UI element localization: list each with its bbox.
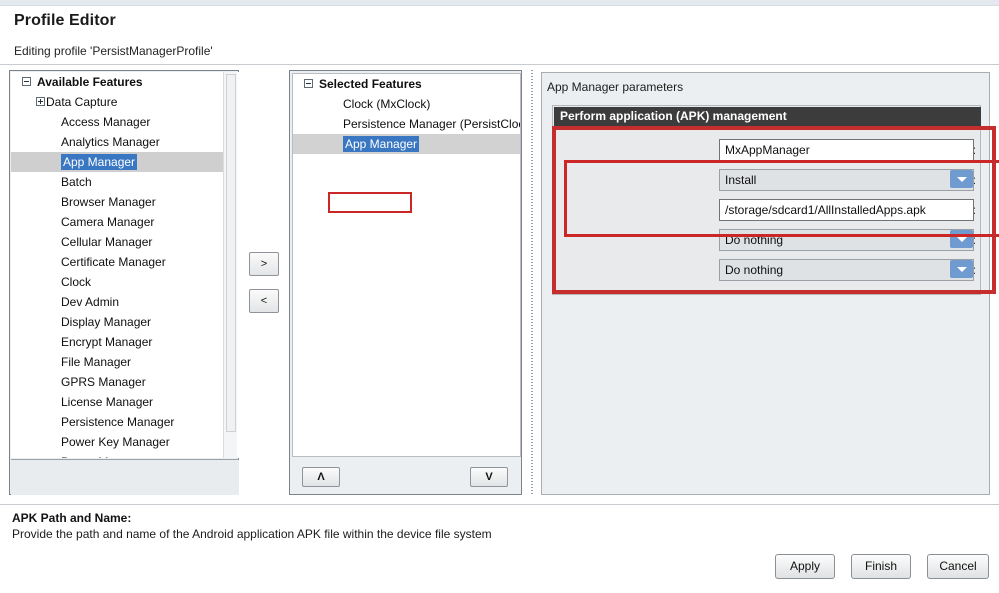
available-feature-label: File Manager	[61, 355, 131, 369]
cancel-button[interactable]: Cancel	[927, 554, 989, 579]
available-feature-label: App Manager	[61, 154, 137, 170]
parameter-input[interactable]: /storage/sdcard1/AllInstalledApps.apk	[719, 199, 974, 221]
chevron-down-icon[interactable]	[950, 230, 973, 248]
page-subtitle: Editing profile 'PersistManagerProfile'	[14, 44, 213, 58]
parameter-control: Do nothing	[719, 229, 974, 251]
parameter-row: APK Path and Name:/storage/sdcard1/AllIn…	[553, 199, 982, 221]
expand-icon[interactable]	[36, 97, 45, 106]
parameter-select[interactable]: Do nothing	[719, 229, 974, 251]
selected-feature-label: Clock (MxClock)	[343, 97, 430, 111]
available-feature-label: Batch	[61, 175, 92, 189]
profile-editor-window: Profile Editor Editing profile 'PersistM…	[0, 0, 999, 593]
apk-management-groupbox: Perform application (APK) management Nam…	[552, 105, 981, 295]
available-feature-label: Camera Manager	[61, 215, 154, 229]
parameter-control: Do nothing	[719, 259, 974, 281]
selected-features-panel: Selected Features Clock (MxClock) Persiste…	[289, 70, 522, 495]
parameter-row: Action:Install	[553, 169, 982, 191]
parameter-select[interactable]: Install	[719, 169, 974, 191]
remove-feature-button[interactable]: <	[249, 289, 279, 313]
available-feature-item[interactable]: GPRS Manager	[11, 372, 225, 392]
help-title: APK Path and Name:	[12, 511, 131, 525]
selected-features-root[interactable]: Selected Features	[293, 74, 520, 94]
available-feature-label: Dev Admin	[61, 295, 119, 309]
available-features-footer	[11, 459, 239, 495]
add-feature-button[interactable]: >	[249, 252, 279, 276]
available-features-scrollbar[interactable]	[223, 72, 237, 458]
parameter-control: MxAppManager	[719, 139, 974, 161]
selected-feature-item[interactable]: Clock (MxClock)	[293, 94, 520, 114]
header-divider	[0, 64, 999, 65]
parameter-row: Protected List Action:Do nothing	[553, 229, 982, 251]
finish-button[interactable]: Finish	[851, 554, 911, 579]
selected-feature-item[interactable]: App Manager	[293, 134, 520, 154]
parameter-select[interactable]: Do nothing	[719, 259, 974, 281]
available-features-panel: Available Features Data Capture Access Man…	[9, 70, 239, 495]
available-feature-label: Certificate Manager	[61, 255, 166, 269]
available-feature-item[interactable]: Dev Admin	[11, 292, 225, 312]
selected-features-footer: Λ V	[292, 459, 521, 494]
available-feature-item[interactable]: Data Capture	[11, 92, 225, 112]
available-feature-label: GPRS Manager	[61, 375, 146, 389]
available-feature-item[interactable]: Power Manager	[11, 452, 225, 458]
available-feature-label: Cellular Manager	[61, 235, 152, 249]
available-feature-label: Power Manager	[61, 455, 146, 458]
available-feature-label: Clock	[61, 275, 91, 289]
available-feature-label: Access Manager	[61, 115, 150, 129]
collapse-icon[interactable]	[304, 79, 313, 88]
available-feature-item[interactable]: Browser Manager	[11, 192, 225, 212]
window-top-divider	[0, 5, 999, 6]
available-features-root-label: Available Features	[37, 75, 143, 89]
available-feature-label: Data Capture	[46, 95, 117, 109]
help-divider	[0, 504, 999, 505]
move-up-button[interactable]: Λ	[302, 467, 340, 487]
available-feature-label: License Manager	[61, 395, 153, 409]
selected-feature-label: App Manager	[343, 136, 419, 152]
available-feature-item[interactable]: Certificate Manager	[11, 252, 225, 272]
available-feature-label: Analytics Manager	[61, 135, 160, 149]
selected-features-tree[interactable]: Selected Features Clock (MxClock) Persiste…	[292, 73, 521, 457]
parameter-row: Access to App Info Action:Do nothing	[553, 259, 982, 281]
parameter-control: /storage/sdcard1/AllInstalledApps.apk	[719, 199, 974, 221]
parameters-caption: App Manager parameters	[547, 80, 683, 94]
available-feature-label: Persistence Manager	[61, 415, 174, 429]
available-feature-label: Browser Manager	[61, 195, 156, 209]
panel-splitter[interactable]	[528, 70, 536, 495]
available-feature-item[interactable]: Access Manager	[11, 112, 225, 132]
available-feature-label: Encrypt Manager	[61, 335, 152, 349]
available-feature-item[interactable]: Camera Manager	[11, 212, 225, 232]
parameter-input[interactable]: MxAppManager	[719, 139, 974, 161]
apply-button[interactable]: Apply	[775, 554, 835, 579]
available-feature-item[interactable]: Batch	[11, 172, 225, 192]
selected-features-root-label: Selected Features	[319, 77, 422, 91]
available-feature-item[interactable]: Persistence Manager	[11, 412, 225, 432]
collapse-icon[interactable]	[22, 77, 31, 86]
available-feature-item[interactable]: Encrypt Manager	[11, 332, 225, 352]
available-feature-label: Power Key Manager	[61, 435, 170, 449]
parameters-panel: App Manager parameters Perform applicati…	[541, 72, 990, 495]
available-feature-label: Display Manager	[61, 315, 151, 329]
groupbox-title: Perform application (APK) management	[554, 107, 981, 126]
available-feature-item[interactable]: File Manager	[11, 352, 225, 372]
selected-feature-item[interactable]: Persistence Manager (PersistClock)	[293, 114, 520, 134]
available-features-tree[interactable]: Available Features Data Capture Access Man…	[11, 72, 239, 458]
available-features-root[interactable]: Available Features	[11, 72, 225, 92]
available-feature-item[interactable]: Clock	[11, 272, 225, 292]
chevron-down-icon[interactable]	[950, 260, 973, 278]
available-feature-item[interactable]: License Manager	[11, 392, 225, 412]
selected-feature-label: Persistence Manager (PersistClock)	[343, 117, 521, 131]
available-feature-item[interactable]: Display Manager	[11, 312, 225, 332]
available-feature-item[interactable]: Analytics Manager	[11, 132, 225, 152]
move-down-button[interactable]: V	[470, 467, 508, 487]
parameter-row: Name:MxAppManager	[553, 139, 982, 161]
page-title: Profile Editor	[14, 12, 116, 30]
chevron-down-icon[interactable]	[950, 170, 973, 188]
parameter-control: Install	[719, 169, 974, 191]
scrollbar-thumb[interactable]	[226, 74, 236, 432]
help-text: Provide the path and name of the Android…	[12, 527, 492, 541]
available-feature-item[interactable]: App Manager	[11, 152, 225, 172]
available-feature-item[interactable]: Power Key Manager	[11, 432, 225, 452]
available-feature-item[interactable]: Cellular Manager	[11, 232, 225, 252]
